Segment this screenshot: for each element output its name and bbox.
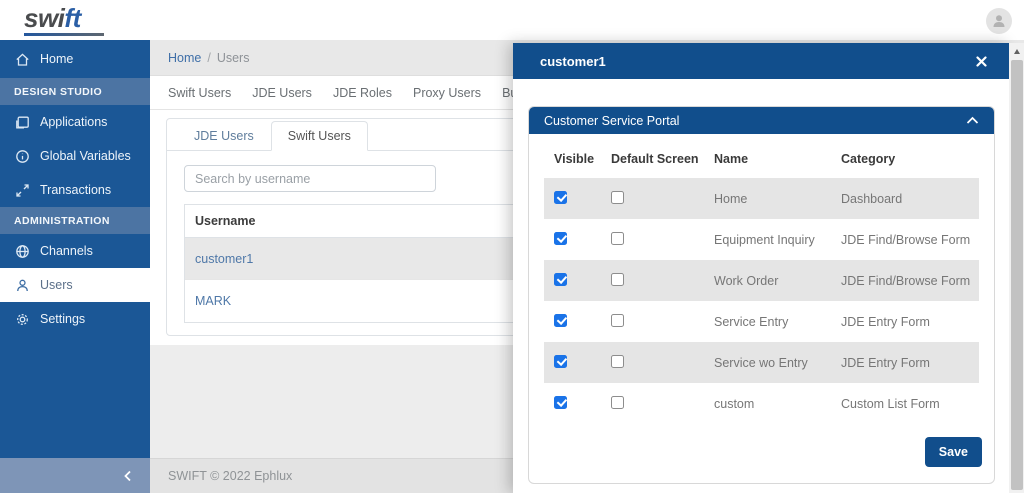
info-circle-icon xyxy=(14,148,30,164)
customer-service-portal-card: Customer Service Portal Visible Default … xyxy=(528,106,995,484)
subtab-jde-users[interactable]: JDE Users xyxy=(177,121,271,151)
sidebar-item-label: Global Variables xyxy=(40,149,131,163)
sidebar-item-label: Transactions xyxy=(40,183,111,197)
sidebar-item-settings[interactable]: Settings xyxy=(0,302,150,336)
column-visible: Visible xyxy=(554,152,611,166)
scrollbar-thumb[interactable] xyxy=(1011,60,1023,490)
sidebar-section-administration: ADMINISTRATION xyxy=(0,207,150,234)
breadcrumb-current: Users xyxy=(217,51,250,65)
top-header: swift xyxy=(0,0,1024,40)
portal-row-custom: custom Custom List Form xyxy=(544,383,979,424)
scroll-up-arrow-icon[interactable] xyxy=(1009,43,1024,60)
portal-table-rows: Home Dashboard Equipment Inquiry JDE Fin… xyxy=(529,178,994,424)
column-name: Name xyxy=(714,152,841,166)
copyright-text: SWIFT © 2022 Ephlux xyxy=(168,469,292,483)
swift-logo: swift xyxy=(24,3,104,36)
default-screen-checkbox[interactable] xyxy=(611,396,624,409)
screen-category: Custom List Form xyxy=(841,397,979,411)
breadcrumb-home-link[interactable]: Home xyxy=(168,51,201,65)
logo-text-blue: ft xyxy=(64,3,80,33)
sidebar-item-channels[interactable]: Channels xyxy=(0,234,150,268)
search-username-input[interactable] xyxy=(184,165,436,192)
screen-category: JDE Entry Form xyxy=(841,315,979,329)
sidebar: Home DESIGN STUDIO Applications Global V… xyxy=(0,40,150,458)
portal-row-home: Home Dashboard xyxy=(544,178,979,219)
visible-checkbox[interactable] xyxy=(554,396,567,409)
screen-category: Dashboard xyxy=(841,192,979,206)
portal-card-title: Customer Service Portal xyxy=(544,114,679,128)
default-screen-checkbox[interactable] xyxy=(611,191,624,204)
default-screen-checkbox[interactable] xyxy=(611,314,624,327)
logo-underline xyxy=(24,33,104,36)
sidebar-item-label: Home xyxy=(40,52,73,66)
panel-scrollbar[interactable] xyxy=(1009,43,1024,493)
visible-checkbox[interactable] xyxy=(554,232,567,245)
chevron-left-icon xyxy=(122,469,134,483)
save-button[interactable]: Save xyxy=(925,437,982,467)
sidebar-collapse-button[interactable] xyxy=(0,458,150,493)
subtab-swift-users[interactable]: Swift Users xyxy=(271,121,368,151)
visible-checkbox[interactable] xyxy=(554,314,567,327)
user-detail-panel: customer1 Customer Service Portal Visibl… xyxy=(513,43,1009,493)
screen-name: Equipment Inquiry xyxy=(714,233,841,247)
globe-icon xyxy=(14,243,30,259)
home-icon xyxy=(14,51,30,67)
applications-icon xyxy=(14,114,30,130)
sidebar-item-transactions[interactable]: Transactions xyxy=(0,173,150,207)
screen-category: JDE Find/Browse Form xyxy=(841,274,979,288)
default-screen-checkbox[interactable] xyxy=(611,232,624,245)
tab-jde-roles[interactable]: JDE Roles xyxy=(333,77,392,109)
portal-card-header[interactable]: Customer Service Portal xyxy=(529,107,994,134)
user-icon xyxy=(14,277,30,293)
sidebar-item-label: Users xyxy=(40,278,73,292)
default-screen-checkbox[interactable] xyxy=(611,355,624,368)
person-icon xyxy=(991,13,1007,29)
column-default-screen: Default Screen xyxy=(611,152,714,166)
portal-row-equipment-inquiry: Equipment Inquiry JDE Find/Browse Form xyxy=(544,219,979,260)
portal-row-service-wo-entry: Service wo Entry JDE Entry Form xyxy=(544,342,979,383)
portal-table-columns: Visible Default Screen Name Category xyxy=(529,134,994,178)
logo-text-gray: swi xyxy=(24,3,64,33)
sidebar-item-label: Channels xyxy=(40,244,93,258)
expand-arrows-icon xyxy=(14,182,30,198)
tab-proxy-users[interactable]: Proxy Users xyxy=(413,77,481,109)
screen-name: custom xyxy=(714,397,841,411)
sidebar-item-label: Settings xyxy=(40,312,85,326)
screen-name: Service wo Entry xyxy=(714,356,841,370)
portal-row-service-entry: Service Entry JDE Entry Form xyxy=(544,301,979,342)
chevron-up-icon xyxy=(966,116,979,125)
gear-icon xyxy=(14,311,30,327)
screen-category: JDE Find/Browse Form xyxy=(841,233,979,247)
screen-category: JDE Entry Form xyxy=(841,356,979,370)
sidebar-item-users[interactable]: Users xyxy=(0,268,150,302)
column-category: Category xyxy=(841,152,979,166)
screen-name: Work Order xyxy=(714,274,841,288)
sidebar-item-label: Applications xyxy=(40,115,107,129)
user-avatar-icon[interactable] xyxy=(986,8,1012,34)
breadcrumb-separator: / xyxy=(207,51,210,65)
sidebar-item-global-variables[interactable]: Global Variables xyxy=(0,139,150,173)
sidebar-item-applications[interactable]: Applications xyxy=(0,105,150,139)
close-icon[interactable] xyxy=(973,53,989,69)
user-detail-header: customer1 xyxy=(513,43,1009,79)
sidebar-item-home[interactable]: Home xyxy=(0,40,150,78)
screen-name: Service Entry xyxy=(714,315,841,329)
visible-checkbox[interactable] xyxy=(554,273,567,286)
tab-jde-users[interactable]: JDE Users xyxy=(252,77,312,109)
portal-row-work-order: Work Order JDE Find/Browse Form xyxy=(544,260,979,301)
screen-name: Home xyxy=(714,192,841,206)
visible-checkbox[interactable] xyxy=(554,355,567,368)
sidebar-section-design-studio: DESIGN STUDIO xyxy=(0,78,150,105)
visible-checkbox[interactable] xyxy=(554,191,567,204)
tab-swift-users[interactable]: Swift Users xyxy=(168,77,231,109)
default-screen-checkbox[interactable] xyxy=(611,273,624,286)
user-detail-title: customer1 xyxy=(540,54,606,69)
